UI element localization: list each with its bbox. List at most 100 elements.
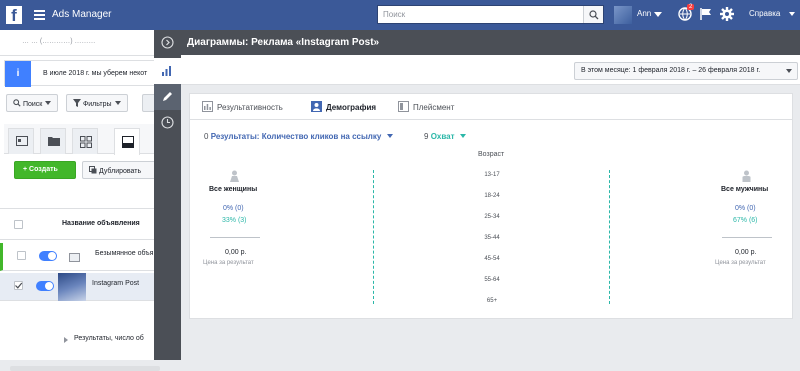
user-name[interactable]: Ann (637, 9, 651, 18)
history-rail-button[interactable] (154, 110, 181, 136)
duplicate-label: Дублировать (98, 168, 142, 175)
age-axis-title: Возраст (478, 151, 505, 158)
account-selector[interactable]: … … (…………) ……… (0, 30, 160, 56)
duplicate-button[interactable]: Дублировать (82, 161, 162, 179)
table-row[interactable]: Безымянное объя (0, 243, 160, 271)
ad-name[interactable]: Instagram Post (92, 280, 139, 287)
search-icon (589, 10, 599, 20)
tab-demographics[interactable]: Демография (326, 103, 376, 112)
age-group-label: 18-24 (484, 193, 500, 199)
men-reach-pct: 67% (6) (733, 217, 758, 224)
row-checkbox[interactable] (14, 281, 23, 290)
funnel-icon (73, 99, 81, 107)
horizontal-scrollbar[interactable] (10, 366, 160, 371)
menu-icon[interactable] (34, 10, 45, 20)
edit-rail-button[interactable] (154, 84, 181, 110)
ad-icon (122, 136, 134, 148)
tab-placement[interactable]: Плейсмент (413, 103, 454, 112)
info-icon: i (5, 61, 31, 87)
age-group-label: 35-44 (484, 235, 500, 241)
ad-toggle[interactable] (39, 251, 57, 261)
create-label: Создать (29, 166, 58, 173)
metric-selector-results[interactable]: 0 Результаты: Количество кликов на ссылк… (204, 132, 393, 141)
row-checkbox[interactable] (17, 251, 26, 260)
chevron-down-icon (459, 134, 466, 138)
gear-icon[interactable] (720, 7, 734, 21)
age-group-label: 55-64 (484, 277, 500, 283)
women-reach-pct: 33% (3) (222, 217, 247, 224)
women-cost-label: Цена за результат (203, 260, 254, 266)
chevron-down-icon (386, 134, 393, 138)
checkmark-icon (15, 282, 23, 289)
collapse-panel-button[interactable] (154, 30, 181, 56)
help-link[interactable]: Справка (749, 9, 780, 18)
search-button[interactable] (583, 6, 603, 23)
female-person-icon (230, 170, 239, 182)
results-summary-row: Результаты, число об (0, 328, 160, 352)
search-input[interactable]: Поиск (377, 5, 604, 24)
search-icon (13, 99, 21, 107)
user-menu-chevron-icon[interactable] (654, 12, 662, 17)
women-divider (210, 237, 260, 238)
men-cost: 0,00 р. (735, 249, 757, 256)
tab-campaigns[interactable] (40, 128, 66, 154)
metric-results-label: Результаты: Количество кликов на ссылку (210, 132, 382, 141)
ad-name[interactable]: Безымянное объя (95, 250, 153, 257)
ad-thumbnail-placeholder (69, 253, 80, 262)
chevron-right-circle-icon (161, 36, 174, 49)
tab-performance[interactable]: Результативность (217, 103, 283, 112)
table-header: Название объявления (0, 208, 160, 240)
bar-chart-icon (162, 66, 171, 76)
chevron-down-icon (786, 69, 792, 73)
metric-reach-value: 9 (424, 132, 429, 141)
app-title[interactable]: Ads Manager (52, 9, 111, 20)
column-header-ad-name[interactable]: Название объявления (62, 220, 140, 227)
tab-accounts[interactable] (8, 128, 34, 154)
notice-text: В июле 2018 г. мы уберем некот (43, 70, 148, 77)
select-all-checkbox[interactable] (14, 220, 23, 229)
demographics-icon (311, 101, 322, 112)
date-range-label: В этом месяце: 1 февраля 2018 г. – 26 фе… (581, 67, 761, 74)
ad-toggle[interactable] (36, 281, 54, 291)
chart-separator-left (373, 170, 374, 304)
overlay-side-rail (154, 30, 181, 360)
charts-panel: В этом месяце: 1 февраля 2018 г. – 26 фе… (181, 55, 800, 360)
search-placeholder: Поиск (383, 10, 406, 19)
chart-separator-right (609, 170, 610, 304)
metric-reach-label: Охват (430, 132, 455, 141)
facebook-logo[interactable]: f (6, 6, 22, 25)
date-range-picker[interactable]: В этом месяце: 1 февраля 2018 г. – 26 фе… (574, 62, 798, 80)
metric-results-value: 0 (204, 132, 209, 141)
filter-row: Поиск Фильтры (0, 92, 160, 114)
help-chevron-icon[interactable] (789, 12, 795, 16)
level-tabs (4, 124, 160, 155)
tab-ads[interactable] (114, 128, 140, 155)
create-button[interactable]: + Создать (14, 161, 76, 179)
filters-button[interactable]: Фильтры (66, 94, 128, 112)
filters-label: Фильтры (82, 101, 112, 108)
account-icon (16, 136, 28, 146)
tab-adsets[interactable] (72, 128, 98, 154)
search-filter-button[interactable]: Поиск (6, 94, 59, 112)
ad-thumbnail-image (58, 273, 86, 301)
charts-rail-button[interactable] (154, 58, 181, 84)
women-label: Все женщины (209, 186, 258, 193)
overlay-header: Диаграммы: Реклама «Instagram Post» (181, 30, 800, 55)
expand-triangle-icon[interactable] (64, 337, 68, 343)
table-row[interactable]: Instagram Post (0, 273, 160, 301)
clock-icon (161, 116, 174, 129)
ads-manager-background: … … (…………) ……… i В июле 2018 г. мы убере… (0, 30, 162, 371)
women-results-pct: 0% (0) (223, 205, 244, 212)
user-avatar[interactable] (614, 6, 632, 24)
notification-badge: 2 (687, 4, 695, 10)
performance-icon (202, 101, 213, 112)
top-bar: f Ads Manager Поиск Ann 2 Справка (0, 0, 800, 30)
info-notice: i В июле 2018 г. мы уберем некот (4, 60, 160, 87)
men-results-pct: 0% (0) (735, 205, 756, 212)
metric-selector-reach[interactable]: 9 Охват (424, 132, 466, 141)
flag-icon[interactable] (700, 8, 713, 20)
date-strip: В этом месяце: 1 февраля 2018 г. – 26 фе… (181, 55, 800, 85)
pencil-icon (163, 92, 172, 101)
chart-card: Результативность Демография Плейсмент 0 … (189, 93, 793, 319)
age-group-label: 25-34 (484, 214, 500, 220)
